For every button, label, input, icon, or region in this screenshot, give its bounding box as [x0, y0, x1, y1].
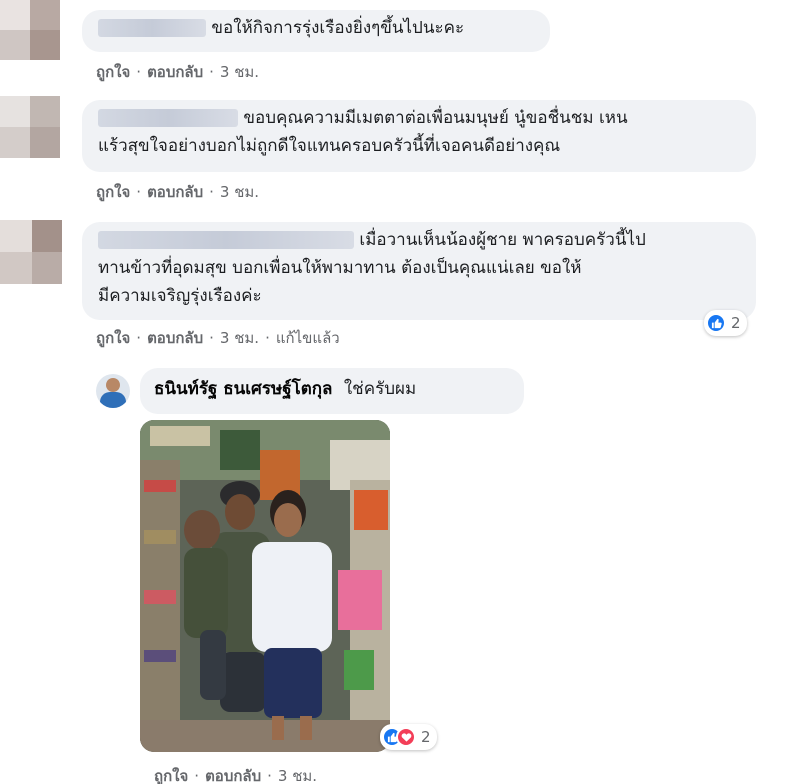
timestamp[interactable]: 3 ชม. — [220, 63, 259, 81]
reply-photo[interactable] — [140, 420, 390, 752]
like-reaction-icon — [706, 313, 726, 333]
reply-reaction-summary[interactable]: 2 — [380, 724, 437, 750]
comment-actions: ถูกใจ · ตอบกลับ · 3 ชม. · แก้ไขแล้ว — [96, 329, 340, 347]
reply-author-name[interactable]: ธนินท์รัฐ ธนเศรษฐ์โตกุล — [154, 379, 332, 399]
reaction-count: 2 — [421, 728, 431, 746]
reply-link[interactable]: ตอบกลับ — [205, 767, 261, 784]
like-link[interactable]: ถูกใจ — [96, 329, 130, 347]
commenter-avatar-blurred[interactable] — [0, 96, 80, 158]
blurred-author-name — [98, 19, 206, 37]
comment-bubble: เมื่อวานเห็นน้องผู้ชาย พาครอบครัวนี้ไป ท… — [82, 222, 756, 320]
love-reaction-icon — [396, 727, 416, 747]
blurred-author-name — [98, 231, 354, 249]
comment-text-line: เมื่อวานเห็นน้องผู้ชาย พาครอบครัวนี้ไป — [359, 230, 646, 250]
reply-text: ใช่ครับผม — [343, 379, 417, 399]
shop-family-photo — [140, 420, 390, 752]
comment-text-line: ทานข้าวที่อุดมสุข บอกเพื่อนให้พามาทาน ต้… — [98, 258, 582, 278]
comment-bubble: ขอบคุณความมีเมตตาต่อเพื่อนมนุษย์ นู๋ขอชื… — [82, 100, 756, 172]
blurred-author-name — [98, 109, 238, 127]
commenter-avatar-blurred[interactable] — [0, 220, 80, 284]
comment-actions: ถูกใจ · ตอบกลับ · 3 ชม. — [96, 183, 260, 201]
reply-actions: ถูกใจ · ตอบกลับ · 3 ชม. — [154, 767, 318, 784]
like-link[interactable]: ถูกใจ — [154, 767, 188, 784]
comment-text-line: มีความเจริญรุ่งเรืองค่ะ — [98, 286, 262, 306]
commenter-avatar-blurred[interactable] — [0, 0, 80, 60]
timestamp[interactable]: 3 ชม. — [278, 767, 317, 784]
comment-actions: ถูกใจ · ตอบกลับ · 3 ชม. — [96, 63, 260, 81]
comment-text-line: ขอบคุณความมีเมตตาต่อเพื่อนมนุษย์ นู๋ขอชื… — [243, 108, 628, 128]
reaction-count: 2 — [731, 314, 741, 332]
comment-text-line: แร้วสุขใจอย่างบอกไม่ถูกดีใจแทนครอบครัวนี… — [98, 136, 561, 156]
edited-label[interactable]: แก้ไขแล้ว — [276, 329, 340, 347]
comment-text: ขอให้กิจการรุ่งเรืองยิ่งๆขึ้นไปนะคะ — [211, 18, 465, 38]
reply-link[interactable]: ตอบกลับ — [147, 183, 203, 201]
reaction-summary[interactable]: 2 — [704, 310, 747, 336]
reply-link[interactable]: ตอบกลับ — [147, 329, 203, 347]
timestamp[interactable]: 3 ชม. — [220, 183, 259, 201]
timestamp[interactable]: 3 ชม. — [220, 329, 259, 347]
comment-bubble: ขอให้กิจการรุ่งเรืองยิ่งๆขึ้นไปนะคะ — [82, 10, 550, 52]
like-link[interactable]: ถูกใจ — [96, 183, 130, 201]
reply-author-avatar[interactable] — [96, 374, 130, 408]
reply-link[interactable]: ตอบกลับ — [147, 63, 203, 81]
like-link[interactable]: ถูกใจ — [96, 63, 130, 81]
reply-bubble: ธนินท์รัฐ ธนเศรษฐ์โตกุล ใช่ครับผม — [140, 368, 524, 414]
